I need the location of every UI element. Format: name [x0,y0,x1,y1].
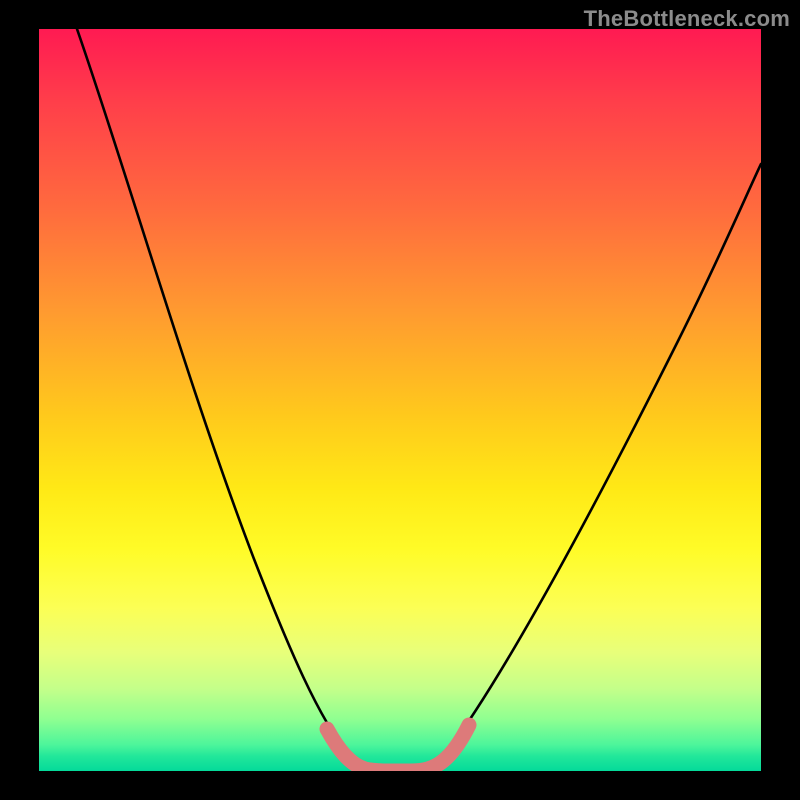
flat-region-highlight [327,725,469,771]
chart-frame: TheBottleneck.com [0,0,800,800]
watermark-text: TheBottleneck.com [584,6,790,32]
bottleneck-curve [77,29,761,769]
bottleneck-curve-svg [39,29,761,771]
chart-plot-area [39,29,761,771]
